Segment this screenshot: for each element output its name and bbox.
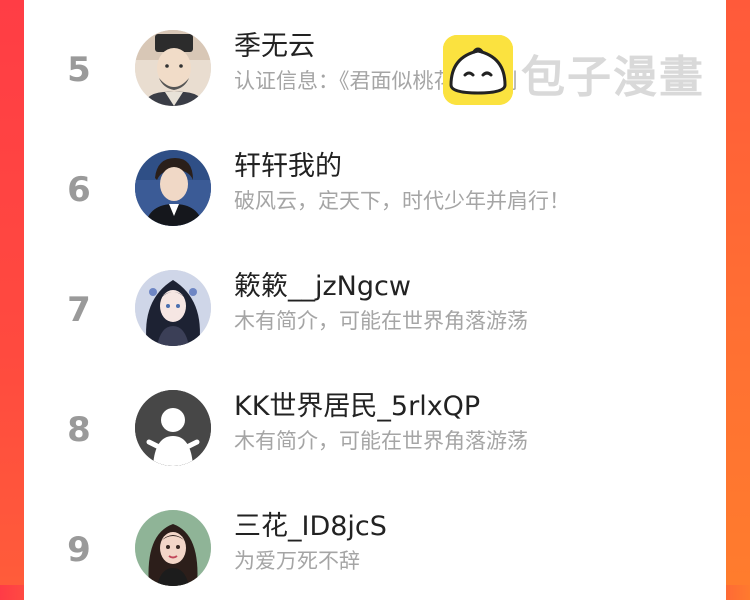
user-description: 为爱万死不辞 — [234, 549, 360, 573]
watermark: 包子漫畫 — [443, 35, 723, 107]
default-user-icon — [135, 390, 211, 466]
left-border — [0, 0, 24, 585]
rank-number: 7 — [67, 290, 91, 330]
avatar[interactable] — [135, 270, 211, 346]
user-description: 木有简介，可能在世界角落游荡 — [234, 429, 528, 453]
user-description: 破风云，定天下，时代少年并肩行！ — [234, 189, 570, 213]
robed-elder-portrait-icon — [135, 30, 211, 106]
avatar[interactable] — [135, 510, 211, 586]
avatar[interactable] — [135, 150, 211, 226]
ranking-row[interactable]: 6 轩轩我的 破风云，定天下，时代少年并肩行！ — [24, 120, 726, 240]
ranking-row[interactable]: 9 三花_ID8jcS 为爱万死不辞 — [24, 480, 726, 600]
ranking-row[interactable]: 8 KK世界居民_5rlxQP 木有简介，可能在世界角落游荡 — [24, 360, 726, 480]
avatar[interactable] — [135, 390, 211, 466]
right-border — [726, 0, 750, 585]
watermark-text: 包子漫畫 — [521, 52, 705, 103]
avatar[interactable] — [135, 30, 211, 106]
user-name[interactable]: KK世界居民_5rlxQP — [234, 390, 480, 424]
anime-girl-portrait-icon — [135, 270, 211, 346]
user-name[interactable]: 三花_ID8jcS — [234, 510, 387, 544]
user-description: 木有简介，可能在世界角落游荡 — [234, 309, 528, 333]
rank-number: 9 — [67, 530, 91, 570]
rank-number: 5 — [67, 50, 91, 90]
young-man-photo-icon — [135, 150, 211, 226]
rank-number: 6 — [67, 170, 91, 210]
user-name[interactable]: 季无云 — [234, 30, 315, 64]
ranking-row[interactable]: 7 簌簌__jzNgcw 木有简介，可能在世界角落游荡 — [24, 240, 726, 360]
bun-logo-icon — [443, 35, 513, 105]
illustrated-girl-portrait-icon — [135, 510, 211, 586]
user-name[interactable]: 轩轩我的 — [234, 150, 342, 184]
user-name[interactable]: 簌簌__jzNgcw — [234, 270, 411, 304]
rank-number: 8 — [67, 410, 91, 450]
